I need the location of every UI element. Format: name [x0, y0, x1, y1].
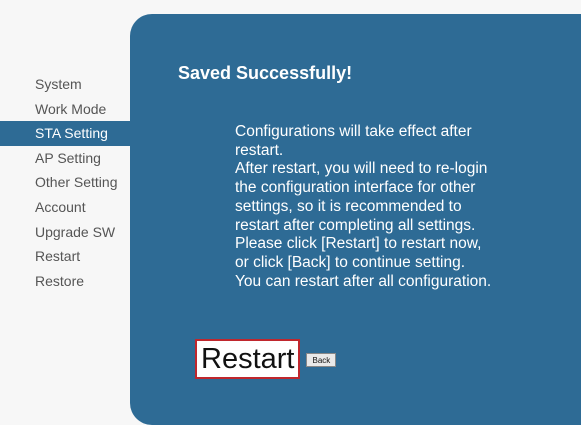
message-line: Please click [Restart] to restart now,: [235, 235, 482, 253]
sidebar-item-other-setting[interactable]: Other Setting: [0, 170, 132, 195]
restart-button[interactable]: Restart: [195, 339, 301, 379]
sidebar-item-upgrade-sw[interactable]: Upgrade SW: [0, 220, 132, 245]
message-line: restart after completing all settings.: [235, 216, 476, 234]
message-line: or click [Back] to continue setting.: [235, 253, 466, 271]
message-line: settings, so it is recommended to: [235, 197, 462, 215]
sidebar-item-restart[interactable]: Restart: [0, 244, 132, 269]
sidebar-item-account[interactable]: Account: [0, 195, 132, 220]
sidebar-item-sta-setting[interactable]: STA Setting: [0, 121, 132, 146]
message-line: restart.: [235, 141, 284, 159]
message-line: Configurations will take effect after: [235, 123, 472, 140]
sidebar-item-restore[interactable]: Restore: [0, 269, 132, 294]
content-panel: Saved Successfully! Configurations will …: [130, 14, 581, 425]
page: System Work Mode STA Setting AP Setting …: [0, 0, 581, 425]
message-line: You can restart after all configuration.: [235, 272, 492, 290]
action-buttons: Restart Back: [195, 339, 337, 379]
message-line: the configuration interface for other: [235, 179, 476, 197]
sidebar-item-work-mode[interactable]: Work Mode: [0, 97, 132, 122]
sidebar-nav: System Work Mode STA Setting AP Setting …: [0, 72, 132, 293]
sidebar-item-system[interactable]: System: [0, 72, 132, 97]
restart-message: Configurations will take effect after re…: [235, 123, 555, 291]
message-line: After restart, you will need to re-login: [235, 160, 488, 178]
page-title: Saved Successfully!: [178, 63, 353, 83]
back-button[interactable]: Back: [306, 353, 337, 367]
sidebar-item-ap-setting[interactable]: AP Setting: [0, 146, 132, 171]
